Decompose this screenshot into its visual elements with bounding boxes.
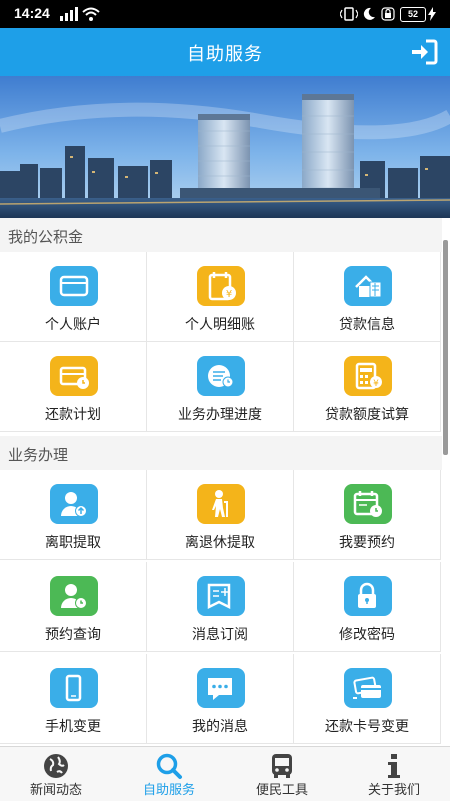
- grid-item-loan-info[interactable]: 贷款信息: [294, 252, 441, 342]
- grid-item-label: 离退休提取: [185, 535, 255, 551]
- grid-item-label: 个人账户: [45, 317, 101, 333]
- grid-item-retirement-withdraw[interactable]: 离退休提取: [147, 470, 294, 560]
- section-title: 我的公积金: [8, 228, 84, 246]
- grid-item-change-password[interactable]: 修改密码: [294, 562, 441, 652]
- section-header-business: 业务办理: [0, 436, 442, 470]
- bus-icon: [272, 754, 292, 778]
- tab-label: 便民工具: [255, 783, 308, 798]
- subscribe-icon: [197, 576, 245, 616]
- svg-text:¥: ¥: [226, 289, 232, 300]
- bottom-tab-bar: 新闻动态 自助服务 便民工具 关于我们: [0, 746, 450, 801]
- svg-text:¥: ¥: [373, 379, 379, 389]
- progress-icon: [197, 356, 245, 396]
- grid-item-make-appointment[interactable]: 我要预约: [294, 470, 441, 560]
- search-icon: [156, 753, 182, 779]
- grid-item-repayment-plan[interactable]: 还款计划: [0, 342, 147, 432]
- tab-label: 新闻动态: [29, 783, 82, 798]
- grid-item-label: 我的消息: [192, 719, 248, 735]
- grid-item-label: 个人明细账: [185, 317, 255, 333]
- tab-about[interactable]: 关于我们: [338, 747, 450, 801]
- globe-icon: [44, 754, 68, 778]
- info-icon: [388, 754, 400, 778]
- grid-item-appointment-query[interactable]: 预约查询: [0, 562, 147, 652]
- calendar-yuan-icon: ¥: [197, 266, 245, 306]
- grid-item-label: 预约查询: [45, 627, 101, 643]
- person-clock-icon: [50, 576, 98, 616]
- tab-label: 关于我们: [367, 783, 420, 798]
- status-bar: 14:24 52: [0, 0, 450, 28]
- signal-icon: [60, 7, 78, 21]
- moon-icon: [363, 7, 375, 20]
- battery-indicator: 52: [400, 7, 426, 22]
- card-change-icon: [344, 668, 392, 708]
- grid-item-personal-account[interactable]: 个人账户: [0, 252, 147, 342]
- status-time: 14:24: [14, 5, 50, 21]
- calendar-clock-icon: [344, 484, 392, 524]
- page-title: 自助服务: [187, 44, 263, 65]
- lock-icon: [344, 576, 392, 616]
- header-bar: 自助服务: [0, 28, 450, 76]
- section-header-fund: 我的公积金: [0, 218, 442, 252]
- section-title: 业务办理: [8, 446, 69, 464]
- vibrate-icon: [340, 7, 358, 21]
- grid-item-label: 消息订阅: [192, 627, 248, 643]
- calculator-icon: ¥: [344, 356, 392, 396]
- grid-item-label: 修改密码: [339, 627, 395, 643]
- grid-item-message-subscribe[interactable]: 消息订阅: [147, 562, 294, 652]
- grid-item-label: 还款计划: [45, 407, 101, 423]
- grid-item-label: 离职提取: [45, 535, 101, 551]
- grid-item-label: 贷款额度试算: [325, 407, 409, 423]
- person-up-icon: [50, 484, 98, 524]
- house-icon: [344, 266, 392, 306]
- banner-image[interactable]: [0, 76, 450, 218]
- grid-item-loan-calculator[interactable]: ¥ 贷款额度试算: [294, 342, 441, 432]
- grid-item-card-change[interactable]: 还款卡号变更: [294, 654, 441, 744]
- wallet-icon: [50, 266, 98, 306]
- grid-item-resignation-withdraw[interactable]: 离职提取: [0, 470, 147, 560]
- chat-icon: [197, 668, 245, 708]
- grid-item-business-progress[interactable]: 业务办理进度: [147, 342, 294, 432]
- charging-icon: [428, 7, 436, 21]
- grid-item-label: 还款卡号变更: [325, 719, 409, 735]
- grid-item-label: 贷款信息: [339, 317, 395, 333]
- grid-item-phone-change[interactable]: 手机变更: [0, 654, 147, 744]
- card-clock-icon: [50, 356, 98, 396]
- tab-self-service[interactable]: 自助服务: [113, 747, 225, 801]
- grid-item-label: 业务办理进度: [178, 407, 262, 423]
- tab-news[interactable]: 新闻动态: [0, 747, 112, 801]
- wifi-icon: [82, 7, 100, 21]
- phone-icon: [50, 668, 98, 708]
- tab-label: 自助服务: [142, 783, 195, 798]
- logout-icon[interactable]: [410, 39, 438, 65]
- tab-tools[interactable]: 便民工具: [226, 747, 338, 801]
- grid-item-label: 我要预约: [339, 535, 395, 551]
- grid-item-my-messages[interactable]: 我的消息: [147, 654, 294, 744]
- grid-item-personal-statement[interactable]: ¥ 个人明细账: [147, 252, 294, 342]
- grid-item-label: 手机变更: [45, 719, 101, 735]
- scrollbar[interactable]: [443, 240, 448, 455]
- elderly-icon: [197, 484, 245, 524]
- lock-status-icon: [381, 7, 395, 21]
